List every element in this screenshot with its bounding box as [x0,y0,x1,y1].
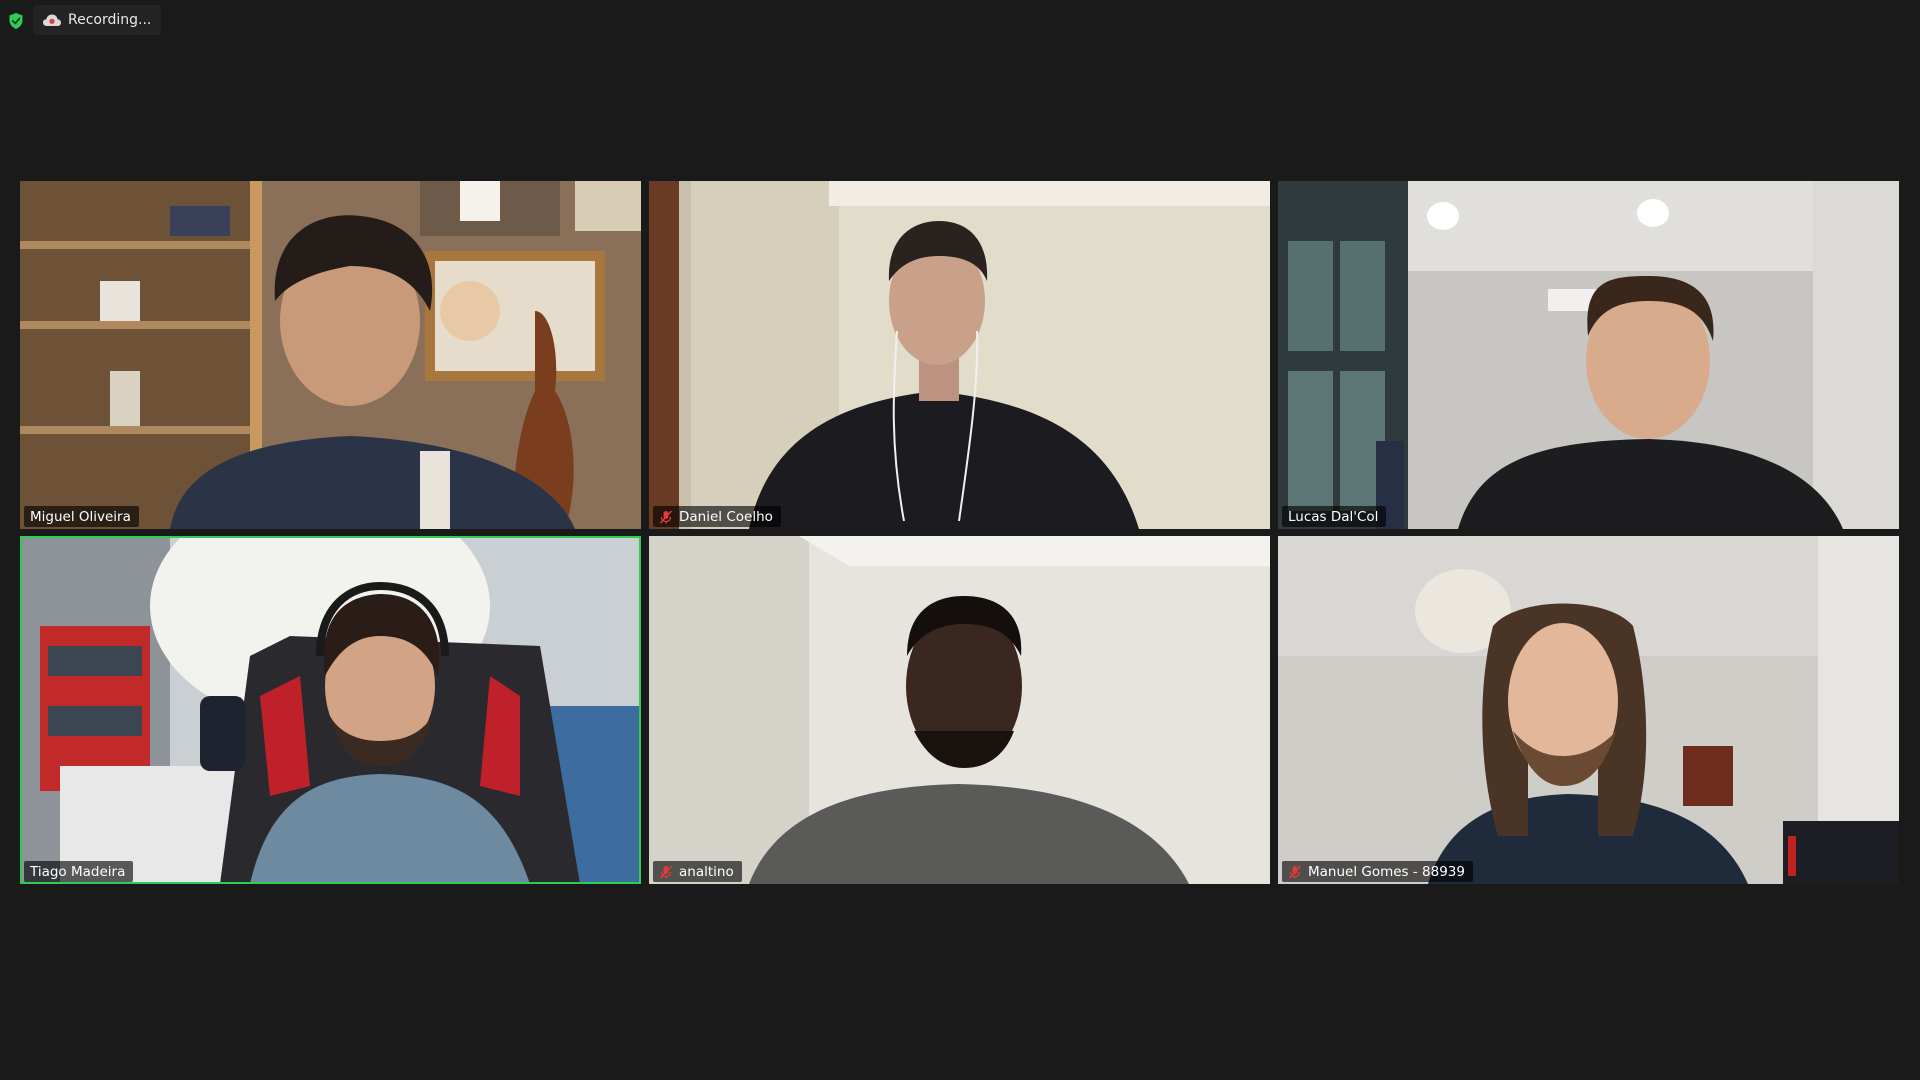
video-tile-manuel-gomes[interactable]: Manuel Gomes - 88939 [1278,536,1899,884]
participant-video [1278,536,1899,884]
participant-name-tag: Daniel Coelho [653,506,781,527]
video-gallery: Miguel Oliveira Daniel Coelho Lucas Dal'… [20,181,1899,886]
recording-label: Recording... [68,12,152,28]
participant-name: Lucas Dal'Col [1288,508,1379,525]
video-tile-lucas-dalcol[interactable]: Lucas Dal'Col [1278,181,1899,529]
microphone-muted-icon [659,864,673,879]
microphone-muted-icon [1288,864,1302,879]
video-tile-miguel-oliveira[interactable]: Miguel Oliveira [20,181,641,529]
participant-name-tag: Lucas Dal'Col [1282,506,1387,527]
participant-name-tag: Manuel Gomes - 88939 [1282,861,1473,882]
video-tile-daniel-coelho[interactable]: Daniel Coelho [649,181,1270,529]
participant-name: Tiago Madeira [30,863,126,880]
participant-name-tag: analtino [653,861,742,882]
participant-name: Daniel Coelho [679,508,773,525]
participant-name-tag: Tiago Madeira [24,861,134,882]
participant-video [20,181,641,529]
participant-name: Manuel Gomes - 88939 [1308,863,1465,880]
participant-video [1278,181,1899,529]
participant-video [20,536,641,884]
participant-name: Miguel Oliveira [30,508,131,525]
microphone-muted-icon [659,509,673,524]
video-tile-tiago-madeira[interactable]: Tiago Madeira [20,536,641,884]
participant-name: analtino [679,863,734,880]
cloud-record-icon [43,14,61,26]
shield-check-icon[interactable] [8,12,24,30]
meeting-top-bar: Recording... [0,0,1920,40]
participant-video [649,536,1270,884]
video-tile-analtino[interactable]: analtino [649,536,1270,884]
participant-name-tag: Miguel Oliveira [24,506,139,527]
participant-video [649,181,1270,529]
recording-indicator[interactable]: Recording... [33,5,161,35]
